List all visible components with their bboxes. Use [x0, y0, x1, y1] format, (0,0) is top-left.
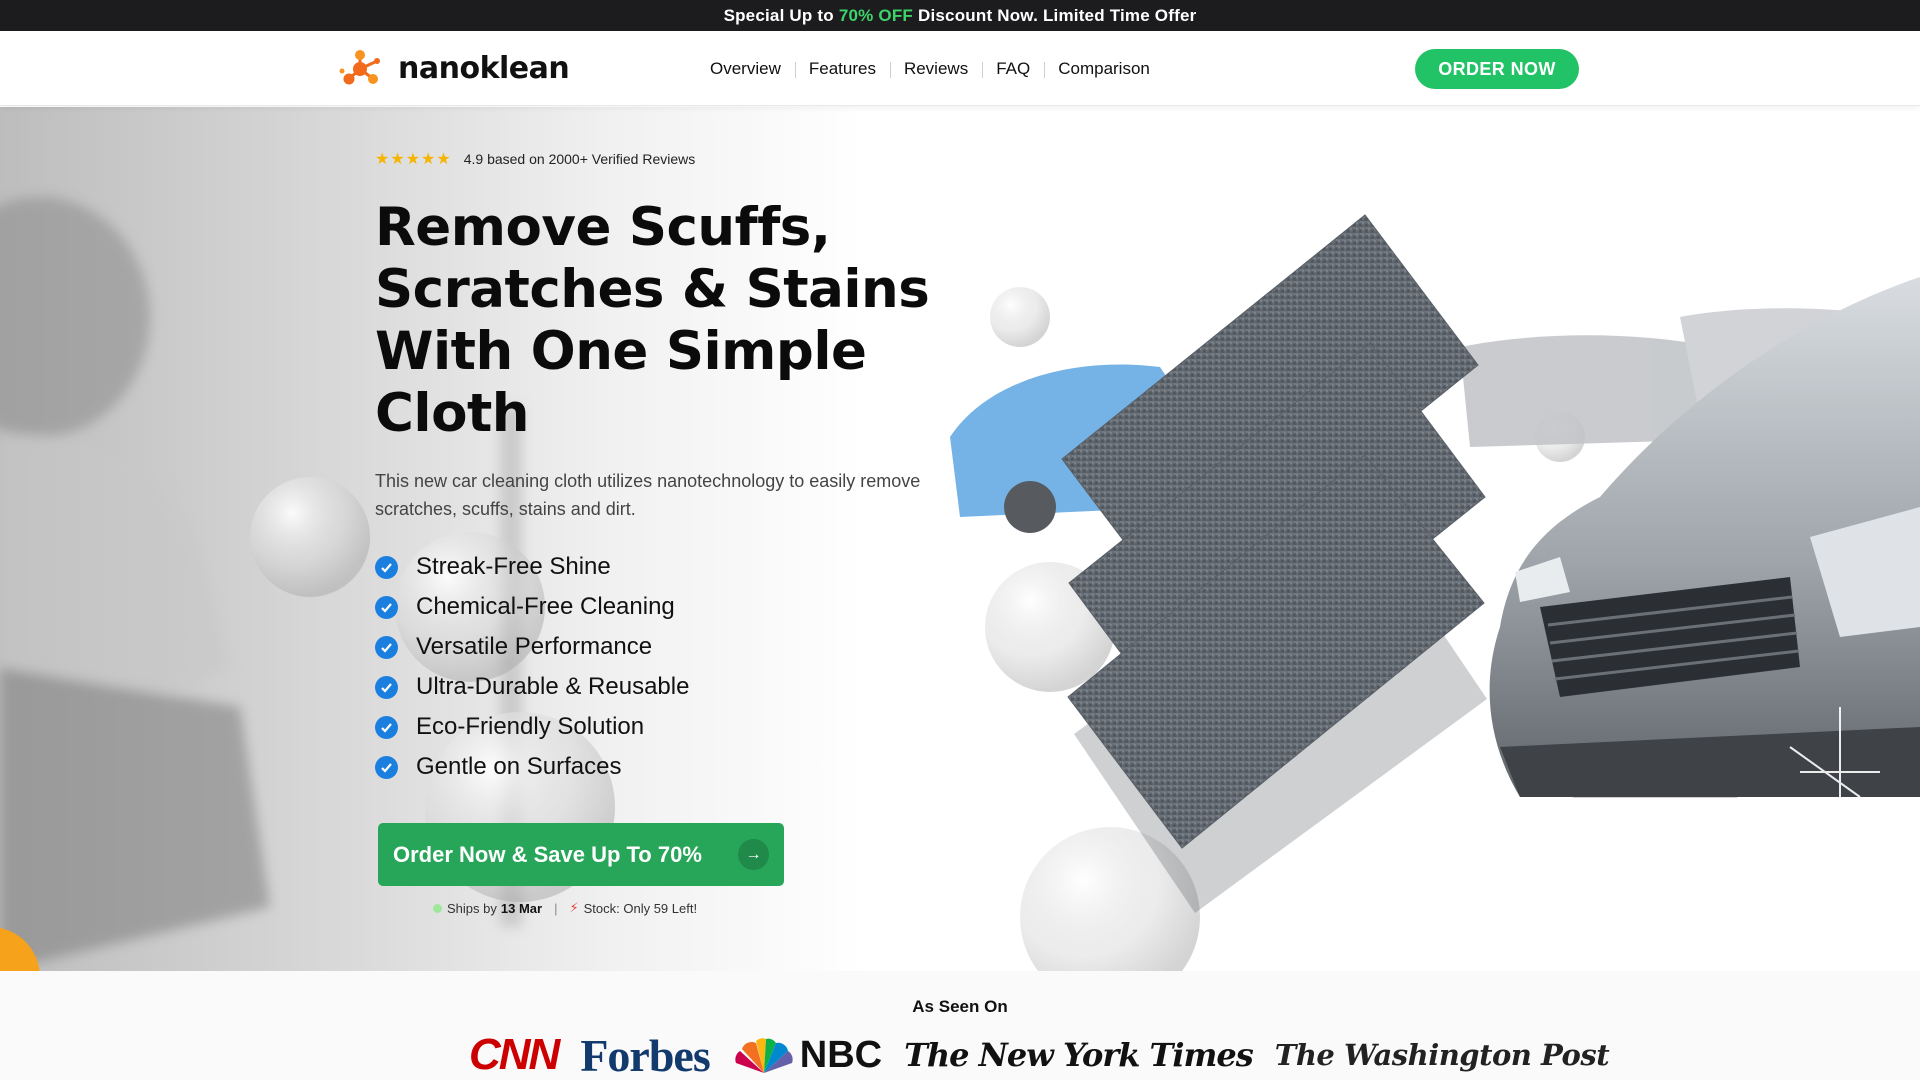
cnn-logo: CNN — [469, 1030, 560, 1079]
feature-label: Versatile Performance — [416, 633, 653, 660]
checkmark-icon — [375, 595, 398, 619]
nbc-logo-group: NBC — [732, 1034, 882, 1077]
nav-overview[interactable]: Overview — [710, 59, 795, 79]
stock-alert-icon: ⚡ — [569, 900, 579, 915]
arrow-right-icon: → — [738, 839, 769, 870]
nav-features[interactable]: Features — [794, 59, 890, 79]
feature-item: Eco-Friendly Solution — [375, 707, 689, 747]
main-nav: Overview Features Reviews FAQ Comparison — [710, 31, 1164, 106]
feature-list: Streak-Free Shine Chemical-Free Cleaning… — [375, 547, 689, 787]
logo[interactable]: nanoklean — [338, 47, 570, 89]
feature-item: Streak-Free Shine — [375, 547, 689, 587]
promo-suffix: Discount Now. Limited Time Offer — [918, 5, 1197, 25]
checkmark-icon — [375, 635, 398, 659]
feature-item: Chemical-Free Cleaning — [375, 587, 689, 627]
forbes-logo: Forbes — [580, 1029, 710, 1080]
nyt-logo: The New York Times — [904, 1036, 1254, 1074]
hero-subtext: This new car cleaning cloth utilizes nan… — [375, 471, 921, 519]
nav-reviews[interactable]: Reviews — [889, 59, 982, 79]
as-seen-on-title: As Seen On — [912, 997, 1008, 1016]
feature-label: Chemical-Free Cleaning — [416, 593, 675, 620]
washington-post-logo: The Washington Post — [1274, 1038, 1610, 1072]
checkmark-icon — [375, 675, 398, 699]
press-logos: CNN Forbes NBC The New York Times The Wa… — [469, 1030, 1631, 1080]
nav-faq[interactable]: FAQ — [982, 59, 1044, 79]
ships-label: Ships by — [447, 900, 497, 916]
checkmark-icon — [375, 555, 398, 579]
checkmark-icon — [375, 715, 398, 739]
promo-highlight: 70% OFF — [838, 5, 913, 25]
promo-prefix: Special Up to — [723, 5, 834, 25]
logo-text: nanoklean — [398, 50, 570, 86]
shipping-stock-info: Ships by 13 Mar | ⚡ Stock: Only 59 Left! — [433, 900, 697, 916]
ships-date: 13 Mar — [500, 900, 543, 916]
status-dot-icon — [433, 903, 442, 913]
order-now-button[interactable]: ORDER NOW — [1415, 49, 1579, 89]
nav-comparison[interactable]: Comparison — [1044, 59, 1164, 79]
feature-label: Ultra-Durable & Reusable — [416, 673, 690, 700]
feature-label: Gentle on Surfaces — [416, 753, 622, 780]
divider: | — [554, 900, 558, 916]
hero-headline: Remove Scuffs, Scratches & Stains With O… — [375, 197, 930, 444]
molecule-logo-icon — [339, 50, 380, 85]
promo-bar: Special Up to 70% OFF Discount Now. Limi… — [0, 0, 1920, 31]
nbc-logo-text: NBC — [799, 1033, 883, 1076]
checkmark-icon — [375, 755, 398, 779]
feature-item: Versatile Performance — [375, 627, 689, 667]
hero-section: ★★★★★ 4.9 based on 2000+ Verified Review… — [0, 107, 1920, 971]
stock-text: Stock: Only 59 Left! — [583, 900, 698, 916]
rating-summary: ★★★★★ 4.9 based on 2000+ Verified Review… — [375, 149, 695, 169]
feature-label: Streak-Free Shine — [416, 553, 611, 580]
order-save-cta-button[interactable]: Order Now & Save Up To 70% → — [378, 823, 784, 886]
cta-label: Order Now & Save Up To 70% — [393, 841, 702, 867]
site-header: nanoklean Overview Features Reviews FAQ … — [0, 31, 1920, 106]
star-rating-icon: ★★★★★ — [375, 151, 452, 168]
rating-text: 4.9 based on 2000+ Verified Reviews — [463, 151, 696, 167]
feature-item: Ultra-Durable & Reusable — [375, 667, 689, 707]
as-seen-on-section: As Seen On CNN Forbes NBC The New York T… — [0, 971, 1920, 1080]
nbc-peacock-icon — [735, 1038, 793, 1073]
feature-label: Eco-Friendly Solution — [416, 713, 645, 740]
feature-item: Gentle on Surfaces — [375, 747, 689, 787]
